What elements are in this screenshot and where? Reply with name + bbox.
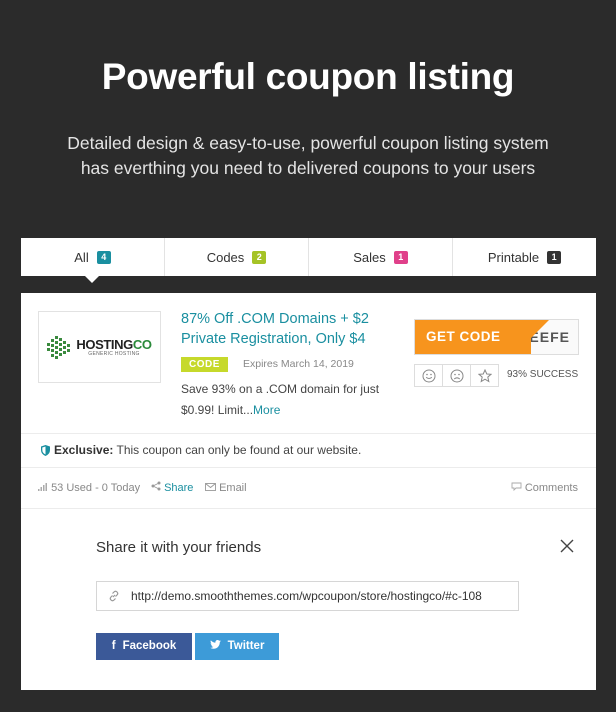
vote-up-button[interactable] <box>414 364 443 387</box>
tab-label: Codes <box>206 249 245 265</box>
tab-label: Printable <box>487 249 540 265</box>
exclusive-text: This coupon can only be found at our web… <box>113 443 362 457</box>
active-tab-pointer <box>85 276 99 283</box>
vote-down-button[interactable] <box>442 364 471 387</box>
hostingco-logo: HOSTINGCO GENERIC HOSTING <box>47 335 152 359</box>
tab-label: Sales <box>353 249 386 265</box>
tab-count-badge: 4 <box>96 250 111 264</box>
share-icon <box>151 481 161 491</box>
share-label: Share <box>164 482 194 494</box>
share-panel-title: Share it with your friends <box>96 539 262 556</box>
coupon-title-line-1: 87% Off .COM Domains + $2 <box>181 311 369 327</box>
usage-text: 53 Used - 0 Today <box>51 482 141 494</box>
star-icon <box>477 368 492 383</box>
tab-all[interactable]: All 4 <box>21 238 165 276</box>
usage-stats: 53 Used - 0 Today <box>38 468 140 508</box>
tab-count-badge: 2 <box>252 250 267 264</box>
coupon-description: Save 93% on a .COM domain for just $0.99… <box>181 379 386 421</box>
twitter-icon <box>209 640 221 649</box>
coupon-type-badge: CODE <box>181 357 228 372</box>
coupon-title-line-2: Private Registration, Only $4 <box>181 331 366 347</box>
page-title: Powerful coupon listing <box>101 56 515 97</box>
success-rate: 93% SUCCESS <box>507 369 579 380</box>
link-icon <box>109 590 119 602</box>
facebook-share-button[interactable]: f Facebook <box>96 633 192 660</box>
logo-grid-icon <box>47 336 71 359</box>
tab-label: All <box>74 249 89 265</box>
share-panel: Share it with your friends f Facebook Twi… <box>21 508 596 690</box>
coupon-title-link[interactable]: 87% Off .COM Domains + $2 Private Regist… <box>181 309 381 349</box>
email-label: Email <box>219 482 247 494</box>
twitter-label: Twitter <box>227 640 265 652</box>
logo-wordmark: HOSTINGCO <box>76 336 152 352</box>
expiry-date: Expires March 14, 2019 <box>243 358 354 370</box>
comment-icon <box>511 482 522 492</box>
signal-bars-icon <box>38 483 47 491</box>
subtitle-line-2: has everthing you need to delivered coup… <box>80 158 536 178</box>
vote-buttons <box>414 364 499 387</box>
envelope-icon <box>205 483 216 491</box>
email-button[interactable]: Email <box>205 468 247 508</box>
close-icon[interactable] <box>559 538 575 554</box>
coupon-card: HOSTINGCO GENERIC HOSTING 87% Off .COM D… <box>21 293 596 690</box>
tab-count-badge: 1 <box>547 250 562 264</box>
tab-printable[interactable]: Printable 1 <box>453 238 596 276</box>
comments-button[interactable]: Comments <box>511 468 578 508</box>
comments-label: Comments <box>524 482 578 494</box>
page-subtitle: Detailed design & easy-to-use, powerful … <box>40 131 576 181</box>
store-logo[interactable]: HOSTINGCO GENERIC HOSTING <box>38 311 161 383</box>
share-url-field[interactable] <box>96 581 519 611</box>
more-link[interactable]: More <box>253 403 280 417</box>
coupon-filter-tabs: All 4 Codes 2 Sales 1 Printable 1 <box>21 238 596 276</box>
subtitle-line-1: Detailed design & easy-to-use, powerful … <box>67 133 549 153</box>
tab-sales[interactable]: Sales 1 <box>309 238 453 276</box>
tab-codes[interactable]: Codes 2 <box>165 238 309 276</box>
exclusive-notice: Exclusive: This coupon can only be found… <box>21 433 596 468</box>
favorite-button[interactable] <box>470 364 499 387</box>
facebook-label: Facebook <box>122 640 177 652</box>
tab-count-badge: 1 <box>393 250 408 264</box>
smile-icon <box>422 369 435 382</box>
shield-icon <box>41 445 50 456</box>
coupon-meta-bar: 53 Used - 0 Today Share Email Comments <box>21 468 596 508</box>
twitter-share-button[interactable]: Twitter <box>195 633 279 660</box>
facebook-icon: f <box>111 640 116 652</box>
get-code-label: GET CODE <box>415 320 531 354</box>
frown-icon <box>450 369 463 382</box>
exclusive-label: Exclusive: <box>54 443 114 457</box>
share-toggle[interactable]: Share <box>151 468 193 508</box>
get-code-button[interactable]: EEFE GET CODE <box>414 319 579 355</box>
